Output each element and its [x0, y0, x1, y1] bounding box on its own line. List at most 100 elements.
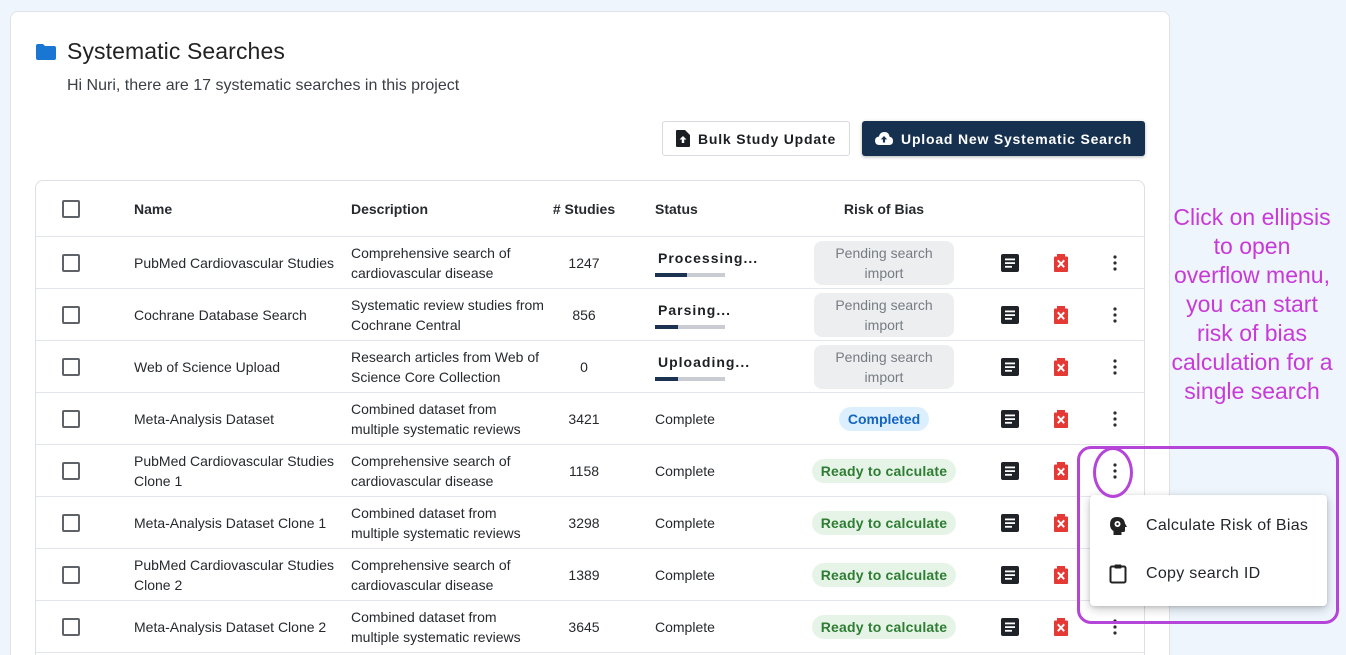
delete-search-icon[interactable] [1053, 461, 1069, 480]
delete-search-icon[interactable] [1053, 253, 1069, 272]
bulk-study-update-button[interactable]: Bulk Study Update [662, 121, 850, 156]
view-details-icon[interactable] [1000, 357, 1020, 377]
row-checkbox[interactable] [62, 461, 80, 480]
status-label: Processing... [658, 250, 759, 266]
systematic-searches-table: Name Description # Studies Status Risk o… [35, 180, 1145, 655]
study-count: 0 [580, 358, 588, 375]
upload-new-systematic-search-label: Upload New Systematic Search [901, 130, 1132, 147]
study-count: 856 [572, 306, 596, 323]
search-description: Combined dataset from multiple systemati… [351, 608, 521, 645]
row-checkbox[interactable] [62, 513, 80, 532]
status-label: Parsing... [658, 302, 732, 318]
progress-fill [655, 325, 679, 329]
risk-of-bias-pending-badge: Pending search import [814, 240, 954, 285]
search-name: Meta-Analysis Dataset Clone 2 [134, 618, 327, 635]
risk-of-bias-ready-badge: Ready to calculate [811, 458, 957, 483]
delete-search-icon[interactable] [1053, 409, 1069, 428]
view-details-icon[interactable] [1000, 253, 1020, 273]
more-options-icon[interactable] [1113, 254, 1117, 271]
column-header-description[interactable]: Description [351, 181, 546, 236]
table-row[interactable]: PubMed Cardiovascular Studies Clone 2 Com… [36, 549, 1144, 601]
delete-search-icon[interactable] [1053, 357, 1069, 376]
search-description: Research articles from Web of Science Co… [351, 348, 540, 385]
upload-new-systematic-search-button[interactable]: Upload New Systematic Search [862, 121, 1145, 156]
row-checkbox[interactable] [62, 409, 80, 428]
study-count: 1389 [568, 566, 600, 583]
row-checkbox[interactable] [62, 357, 80, 376]
page-title: Systematic Searches [67, 38, 285, 64]
view-details-icon[interactable] [1000, 461, 1020, 481]
search-description: Combined dataset from multiple systemati… [351, 400, 521, 437]
more-options-icon[interactable] [1113, 410, 1117, 427]
table-row[interactable]: Meta-Analysis Dataset Clone 1 Combined da… [36, 497, 1144, 549]
table-header-row: Name Description # Studies Status Risk o… [36, 181, 1144, 237]
status-label: Complete [655, 618, 715, 635]
row-checkbox[interactable] [62, 253, 80, 272]
table-row[interactable]: Web of Science Upload Research articles f… [36, 341, 1144, 393]
file-upload-icon [675, 130, 690, 147]
bulk-study-update-label: Bulk Study Update [697, 130, 837, 147]
view-details-icon[interactable] [1000, 305, 1020, 325]
study-count: 3645 [568, 618, 600, 635]
page-header: Systematic Searches [36, 38, 285, 65]
table-row[interactable]: PubMed Cardiovascular Studies Comprehensi… [36, 237, 1144, 289]
status-label: Complete [655, 410, 715, 427]
search-name: Meta-Analysis Dataset Clone 1 [134, 514, 327, 531]
view-details-icon[interactable] [1000, 409, 1020, 429]
column-header-risk-of-bias[interactable]: Risk of Bias [804, 181, 964, 236]
column-header-studies[interactable]: # Studies [536, 181, 632, 236]
view-details-icon[interactable] [1000, 513, 1020, 533]
progress-bar [655, 273, 725, 277]
delete-search-icon[interactable] [1053, 513, 1069, 532]
study-count: 3298 [568, 514, 600, 531]
search-name: Web of Science Upload [134, 358, 281, 375]
search-name: PubMed Cardiovascular Studies Clone 2 [134, 556, 334, 593]
annotation-highlight-circle [1093, 447, 1133, 498]
table-row[interactable]: PubMed Cardiovascular Studies Clone 1 Com… [36, 445, 1144, 497]
delete-search-icon[interactable] [1053, 565, 1069, 584]
search-description: Combined dataset from multiple systemati… [351, 504, 521, 541]
delete-search-icon[interactable] [1053, 617, 1069, 636]
search-name: PubMed Cardiovascular Studies Clone 1 [134, 452, 334, 489]
risk-of-bias-pending-badge: Pending search import [814, 292, 954, 337]
status-progress: Parsing... [655, 300, 731, 329]
risk-of-bias-completed-badge: Completed [838, 406, 930, 431]
progress-bar [655, 377, 725, 381]
progress-bar [655, 325, 725, 329]
progress-fill [655, 377, 679, 381]
cloud-upload-icon [875, 132, 894, 145]
status-progress: Uploading... [655, 352, 750, 381]
search-name: Meta-Analysis Dataset [134, 410, 275, 427]
status-label: Complete [655, 566, 715, 583]
table-row[interactable]: Meta-Analysis Dataset Combined dataset fr… [36, 393, 1144, 445]
delete-search-icon[interactable] [1053, 305, 1069, 324]
search-description: Comprehensive search of cardiovascular d… [351, 452, 511, 489]
row-checkbox[interactable] [62, 617, 80, 636]
column-header-name[interactable]: Name [134, 181, 334, 236]
status-label: Complete [655, 514, 715, 531]
table-row[interactable]: Cochrane Database Search Systematic revie… [36, 289, 1144, 341]
row-checkbox[interactable] [62, 565, 80, 584]
table-row[interactable]: Meta-Analysis Dataset Clone 2 Combined da… [36, 601, 1144, 653]
more-options-icon[interactable] [1113, 306, 1117, 323]
study-count: 1158 [568, 462, 600, 479]
risk-of-bias-ready-badge: Ready to calculate [811, 614, 957, 639]
risk-of-bias-ready-badge: Ready to calculate [811, 510, 957, 535]
risk-of-bias-ready-badge: Ready to calculate [811, 562, 957, 587]
column-header-status[interactable]: Status [655, 181, 795, 236]
search-description: Comprehensive search of cardiovascular d… [351, 556, 511, 593]
row-checkbox[interactable] [62, 305, 80, 324]
search-description: Comprehensive search of cardiovascular d… [351, 244, 511, 281]
view-details-icon[interactable] [1000, 617, 1020, 637]
annotation-note: Click on ellipsis to open overflow menu,… [1171, 204, 1333, 404]
status-label: Complete [655, 462, 715, 479]
progress-fill [655, 273, 687, 277]
search-name: Cochrane Database Search [134, 306, 307, 323]
more-options-icon[interactable] [1113, 358, 1117, 375]
search-description: Systematic review studies from Cochrane … [351, 296, 544, 333]
select-all-checkbox[interactable] [62, 199, 80, 218]
view-details-icon[interactable] [1000, 565, 1020, 585]
page-subtitle: Hi Nuri, there are 17 systematic searche… [67, 77, 460, 94]
study-count: 3421 [568, 410, 600, 427]
study-count: 1247 [568, 254, 600, 271]
